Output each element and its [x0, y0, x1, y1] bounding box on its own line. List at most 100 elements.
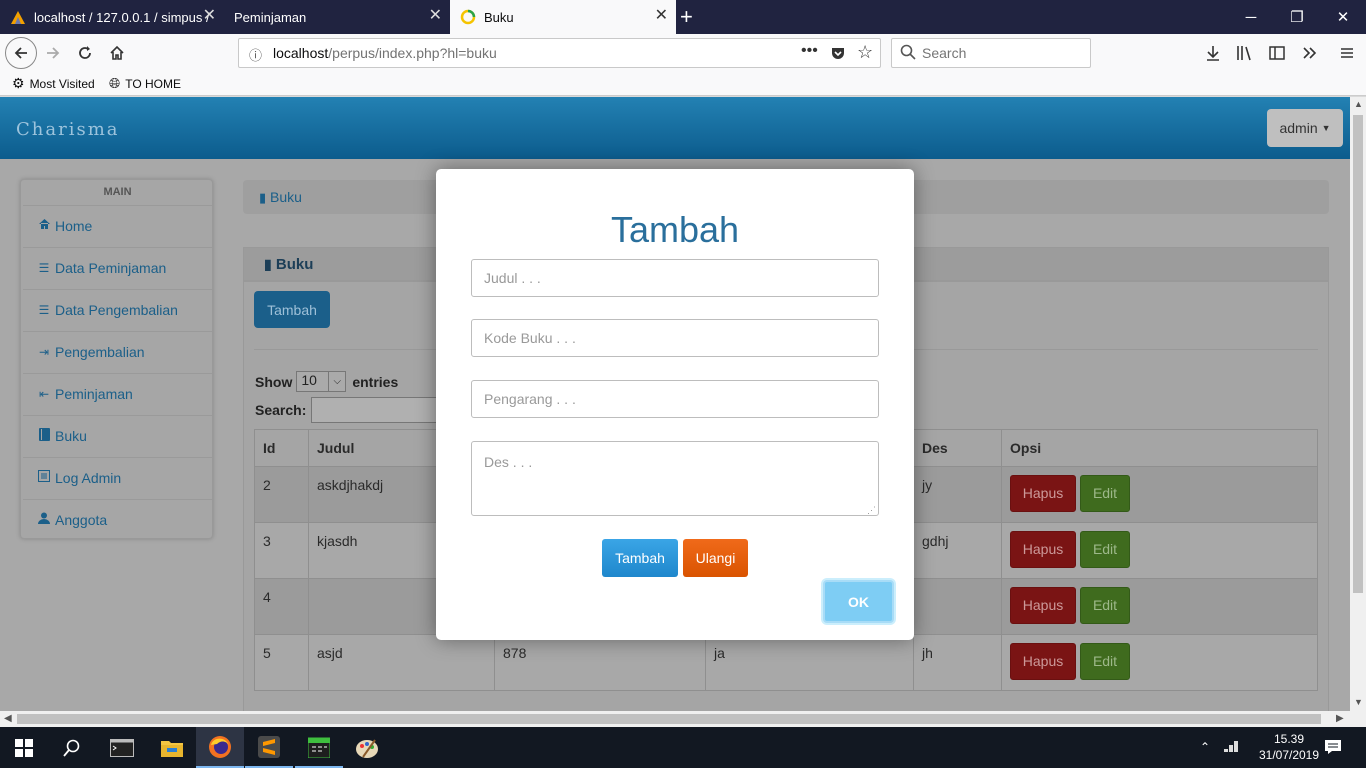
window-close-button[interactable]: ✕	[1320, 0, 1366, 34]
scroll-left-icon[interactable]: ◀	[4, 713, 12, 724]
sidebar-item-pengembalian[interactable]: ⇥ Pengembalian	[23, 331, 212, 371]
reload-icon	[79, 46, 91, 59]
scroll-up-icon[interactable]: ▲	[1354, 99, 1363, 109]
modal-title: Tambah	[610, 209, 740, 250]
notification-icon[interactable]	[1324, 739, 1342, 758]
book-icon: ▮	[259, 190, 267, 205]
search-input[interactable]	[922, 44, 1082, 62]
judul-input[interactable]: Judul . . .	[471, 259, 879, 297]
scroll-right-icon[interactable]: ▶	[1336, 713, 1344, 724]
url-bar[interactable]: ⓘ localhost/perpus/index.php?hl=buku •••…	[238, 38, 881, 68]
info-icon[interactable]: ⓘ	[249, 45, 262, 64]
taskbar-paint-app[interactable]	[343, 727, 391, 768]
taskbar-sublime-text[interactable]	[245, 727, 293, 768]
edit-button[interactable]: Edit	[1080, 643, 1130, 680]
network-icon[interactable]	[1222, 738, 1240, 757]
submit-button[interactable]: Tambah	[602, 539, 678, 577]
reload-button[interactable]	[70, 38, 100, 68]
phpmyadmin-icon	[10, 9, 26, 25]
tray-chevron-up-icon[interactable]: ⌃	[1200, 740, 1210, 754]
chevron-double-right-icon	[1303, 47, 1317, 59]
close-icon[interactable]: ✕	[655, 8, 668, 24]
sidebar-item-log-admin[interactable]: Log Admin	[23, 457, 212, 497]
taskbar-calendar-app[interactable]	[295, 727, 343, 768]
overflow-button[interactable]	[1294, 38, 1324, 68]
horizontal-scrollbar[interactable]: ◀ ▶	[0, 711, 1366, 727]
taskbar-firefox[interactable]	[196, 727, 244, 768]
home-icon	[110, 45, 124, 60]
kode-buku-input[interactable]: Kode Buku . . .	[471, 319, 879, 357]
bookmark-to-home[interactable]: 🌐︎ TO HOME	[109, 75, 181, 92]
sidebar-toggle-button[interactable]	[1262, 38, 1292, 68]
table-search-input[interactable]	[311, 397, 451, 423]
search-box[interactable]	[891, 38, 1091, 68]
user-menu-button[interactable]: admin ▼	[1267, 109, 1343, 147]
minimize-button[interactable]: ─	[1228, 0, 1274, 34]
edit-button[interactable]: Edit	[1080, 531, 1130, 568]
page-length-select[interactable]: 10 ⌵	[296, 371, 347, 392]
scroll-down-icon[interactable]: ▼	[1354, 697, 1363, 707]
bookmark-star-icon[interactable]: ☆	[857, 42, 873, 63]
close-icon[interactable]: ✕	[429, 8, 442, 24]
sidebar-item-buku[interactable]: Buku	[23, 415, 212, 455]
arrow-right-icon	[47, 47, 60, 59]
sidebar-item-home[interactable]: Home	[23, 205, 212, 245]
scrollbar-thumb[interactable]	[1353, 115, 1363, 593]
scrollbar-thumb[interactable]	[17, 714, 1321, 724]
column-header-des[interactable]: Des	[913, 429, 1002, 467]
edit-button[interactable]: Edit	[1080, 587, 1130, 624]
delete-button[interactable]: Hapus	[1010, 643, 1076, 680]
add-book-button[interactable]: Tambah	[254, 291, 330, 328]
delete-button[interactable]: Hapus	[1010, 531, 1076, 568]
pengarang-input[interactable]: Pengarang . . .	[471, 380, 879, 418]
delete-button[interactable]: Hapus	[1010, 475, 1076, 512]
list-icon: ☰	[38, 302, 50, 317]
browser-tab-peminjaman[interactable]: Peminjaman ✕	[224, 0, 450, 34]
taskbar-search-button[interactable]	[48, 727, 96, 768]
reset-button[interactable]: Ulangi	[683, 539, 748, 577]
library-button[interactable]	[1230, 38, 1260, 68]
close-icon[interactable]: ✕	[203, 8, 216, 24]
system-clock[interactable]: 15.39 31/07/2019	[1254, 731, 1324, 763]
ok-button[interactable]: OK	[823, 580, 894, 623]
cell-id: 5	[254, 634, 309, 691]
sidebar-item-data-peminjaman[interactable]: ☰ Data Peminjaman	[23, 247, 212, 287]
home-button[interactable]	[102, 38, 132, 68]
cell-des: jy	[913, 466, 1002, 523]
app-header: Charisma admin ▼	[0, 97, 1350, 159]
cell-opsi: Hapus Edit	[1001, 578, 1318, 635]
page-length-control: Show 10 ⌵ entries	[255, 371, 398, 392]
arrow-left-icon	[14, 47, 27, 59]
sidebar-item-anggota[interactable]: Anggota	[23, 499, 212, 539]
vertical-scrollbar[interactable]: ▲ ▼	[1350, 97, 1366, 711]
more-icon[interactable]: •••	[801, 42, 818, 60]
folder-icon	[161, 740, 183, 757]
downloads-button[interactable]	[1198, 38, 1228, 68]
bookmark-label: TO HOME	[125, 76, 181, 91]
new-tab-button[interactable]: +	[680, 4, 693, 30]
start-button[interactable]	[0, 727, 48, 768]
taskbar-file-explorer[interactable]	[148, 727, 196, 768]
breadcrumb-item[interactable]: ▮ Buku	[259, 189, 302, 206]
box-title: ▮ Buku	[264, 256, 313, 273]
column-header-id[interactable]: Id	[254, 429, 309, 467]
des-textarea[interactable]: Des . . .	[471, 441, 879, 516]
brand-logo[interactable]: Charisma	[16, 119, 120, 140]
browser-tab-buku[interactable]: Buku ✕	[450, 0, 676, 34]
sidebar-item-data-pengembalian[interactable]: ☰ Data Pengembalian	[23, 289, 212, 329]
sidebar-section-title: MAIN	[103, 186, 132, 198]
menu-button[interactable]	[1332, 38, 1362, 68]
sidebar-item-peminjaman[interactable]: ⇤ Peminjaman	[23, 373, 212, 413]
edit-button[interactable]: Edit	[1080, 475, 1130, 512]
bookmark-most-visited[interactable]: ⚙ Most Visited	[12, 75, 95, 92]
home-icon	[37, 218, 51, 233]
forward-button[interactable]	[38, 38, 68, 68]
resize-handle-icon[interactable]: ⋰	[867, 505, 876, 516]
browser-tab-phpmyadmin[interactable]: localhost / 127.0.0.1 / simpus / ✕	[0, 0, 224, 34]
back-button[interactable]	[5, 37, 37, 69]
restore-button[interactable]: ❐	[1274, 0, 1320, 34]
delete-button[interactable]: Hapus	[1010, 587, 1076, 624]
taskbar-terminal[interactable]	[98, 727, 146, 768]
pocket-icon[interactable]	[830, 45, 846, 64]
search-icon	[63, 739, 80, 757]
